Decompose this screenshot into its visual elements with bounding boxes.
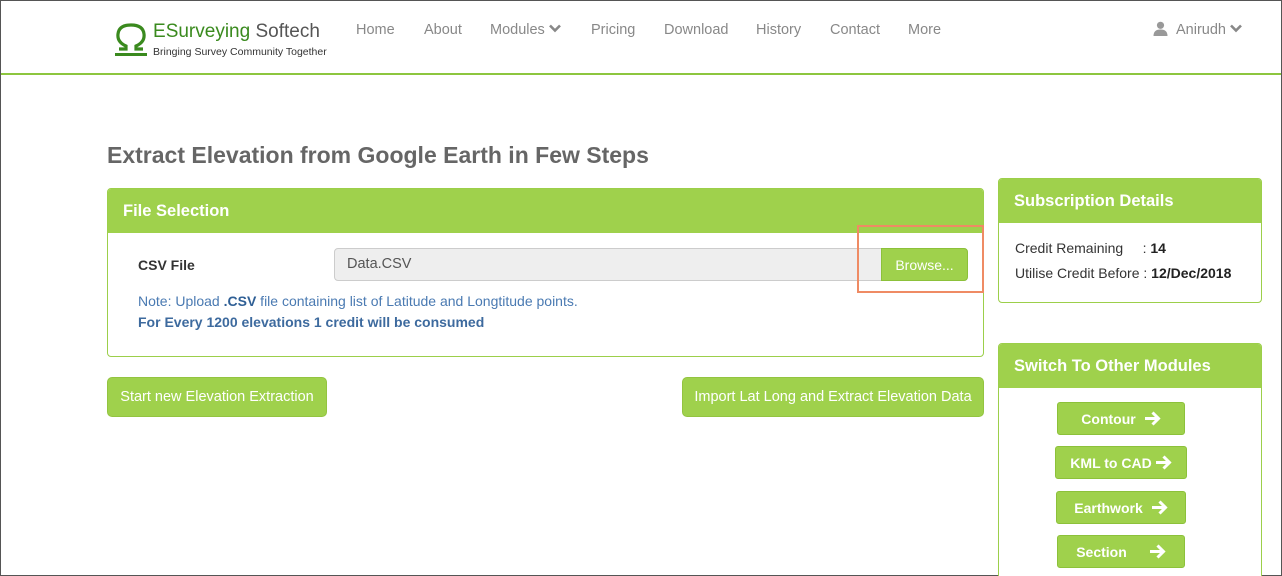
file-selection-panel: File Selection CSV File Data.CSV Browse.… — [107, 188, 984, 357]
brand-tagline: Bringing Survey Community Together — [153, 46, 327, 58]
switch-modules-heading: Switch To Other Modules — [999, 344, 1261, 388]
nav-contact[interactable]: Contact — [830, 22, 880, 38]
utilise-before-row: Utilise Credit Before : 12/Dec/2018 — [1015, 265, 1231, 281]
credit-note: For Every 1200 elevations 1 credit will … — [138, 314, 485, 330]
import-extract-button[interactable]: Import Lat Long and Extract Elevation Da… — [682, 377, 984, 417]
subscription-heading: Subscription Details — [999, 179, 1261, 223]
module-contour-button[interactable]: Contour — [1057, 402, 1185, 435]
csv-file-label: CSV File — [138, 257, 195, 273]
nav-download[interactable]: Download — [664, 22, 729, 38]
subscription-panel: Subscription Details Credit Remaining : … — [998, 178, 1262, 303]
csv-file-input[interactable]: Data.CSV — [334, 248, 968, 281]
credit-remaining-row: Credit Remaining : 14 — [1015, 240, 1166, 256]
nav-modules[interactable]: Modules — [490, 22, 561, 38]
brand-name: ESurveying Softech — [153, 21, 320, 42]
nav-more[interactable]: More — [908, 22, 941, 38]
file-selection-heading: File Selection — [108, 189, 983, 233]
upload-note: Note: Upload .CSV file containing list o… — [138, 293, 578, 309]
page-title: Extract Elevation from Google Earth in F… — [107, 142, 649, 168]
browse-button[interactable]: Browse... — [881, 248, 968, 281]
utilise-before-label: Utilise Credit Before : — [1015, 265, 1152, 281]
module-earthwork-button[interactable]: Earthwork — [1056, 491, 1186, 524]
module-section-button[interactable]: Section — [1057, 535, 1185, 568]
brand-logo[interactable]: ESurveying Softech Bringing Survey Commu… — [113, 19, 343, 63]
user-name: Anirudh — [1176, 22, 1226, 38]
nav-pricing[interactable]: Pricing — [591, 22, 635, 38]
arrow-right-icon — [1155, 455, 1172, 470]
nav-modules-label: Modules — [490, 22, 545, 38]
credit-remaining-label: Credit Remaining : — [1015, 240, 1151, 256]
chevron-down-icon — [548, 24, 561, 33]
chevron-down-icon — [1230, 24, 1242, 33]
arrow-right-icon — [1144, 411, 1161, 426]
credit-remaining-value: 14 — [1150, 240, 1166, 256]
user-menu[interactable]: Anirudh — [1153, 21, 1242, 38]
arrow-right-icon — [1149, 544, 1166, 559]
module-kml-to-cad-button[interactable]: KML to CAD — [1055, 446, 1187, 479]
nav-history[interactable]: History — [756, 22, 801, 38]
nav-home[interactable]: Home — [356, 22, 395, 38]
utilise-before-value: 12/Dec/2018 — [1151, 265, 1232, 281]
omega-logo-icon — [115, 23, 147, 56]
nav-about[interactable]: About — [424, 22, 462, 38]
start-new-extraction-button[interactable]: Start new Elevation Extraction — [107, 377, 327, 417]
user-icon — [1153, 21, 1168, 36]
switch-modules-panel: Switch To Other Modules Contour KML to C… — [998, 343, 1262, 576]
arrow-right-icon — [1151, 500, 1168, 515]
site-header: ESurveying Softech Bringing Survey Commu… — [1, 1, 1281, 75]
